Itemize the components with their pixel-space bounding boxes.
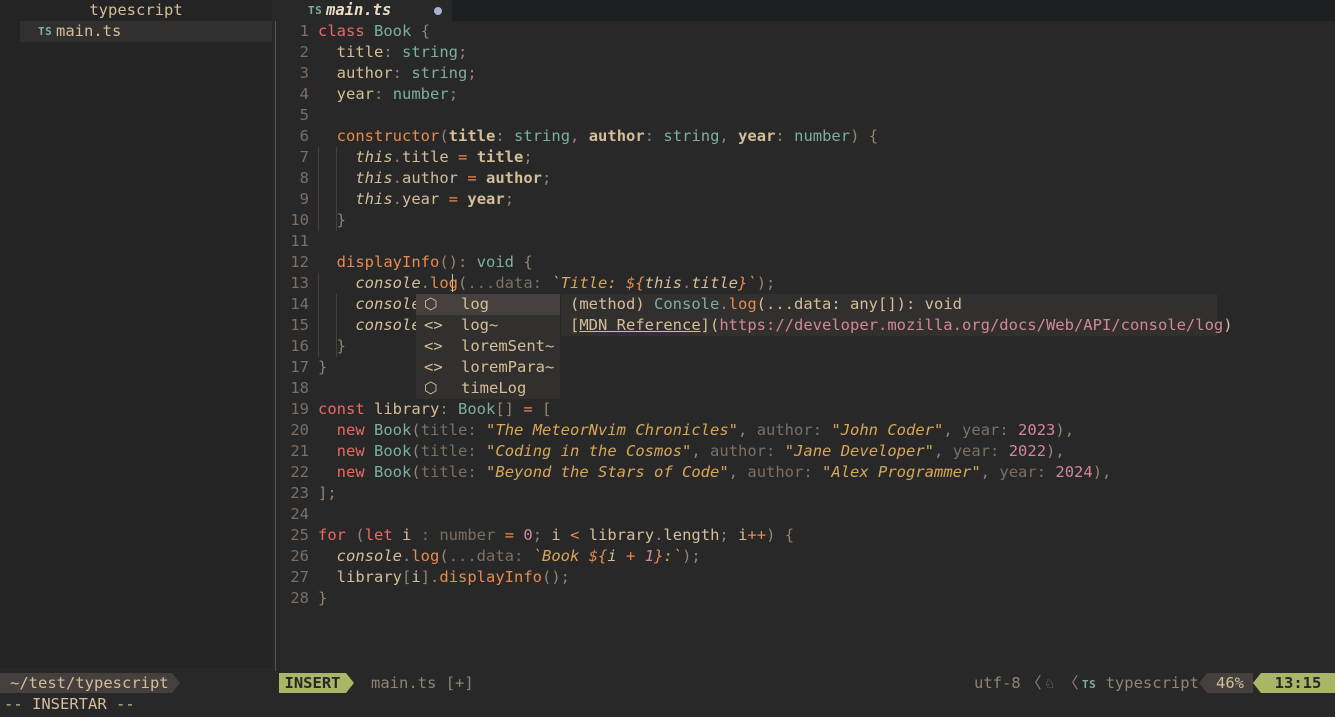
completion-item-label: log <box>461 295 489 313</box>
code-line: } <box>336 211 347 229</box>
separator-arrow <box>346 673 354 693</box>
doc-reference-link[interactable]: [MDN Reference](https://developer.mozill… <box>570 315 1233 336</box>
scroll-percent: 46% <box>1207 673 1253 693</box>
line-number: 9 <box>299 190 309 208</box>
completion-item[interactable]: <> loremPara~ <box>416 357 560 378</box>
code-line: } <box>336 337 347 355</box>
code-line: author: string; <box>318 64 477 82</box>
cursor-position: 13:15 <box>1261 673 1335 693</box>
code-line: this.year = year; <box>355 190 515 208</box>
line-number: 15 <box>290 316 309 334</box>
code-line: new Book(title: "Coding in the Cosmos", … <box>336 442 1065 460</box>
file-explorer <box>0 0 272 668</box>
typescript-icon: TS <box>308 4 323 17</box>
text-cursor <box>452 274 453 292</box>
explorer-file-name: main.ts <box>56 22 122 40</box>
code-line: console.log(...data: `Book ${i + 1}:`); <box>336 547 701 565</box>
filetype-label: typescript <box>1105 674 1199 692</box>
mode-indicator: INSERT <box>279 673 346 693</box>
filetype: TS typescript <box>1082 673 1199 693</box>
snippet-icon: <> <box>424 337 443 355</box>
separator-arrow <box>1253 673 1261 693</box>
typescript-icon: TS <box>38 25 53 38</box>
code-line: title: string; <box>318 43 468 61</box>
code-line: } <box>318 358 328 376</box>
code-line: const library: Book[] = [ <box>318 400 552 418</box>
code-line: console <box>355 316 421 334</box>
code-line: displayInfo(): void { <box>336 253 533 271</box>
separator-arrow <box>1199 673 1207 693</box>
code-line: ]; <box>318 484 337 502</box>
line-number: 6 <box>299 127 309 145</box>
separator-arrow <box>172 673 180 693</box>
line-number: 1 <box>299 22 309 40</box>
doc-signature: (method) Console.log(...data: any[]): vo… <box>570 295 962 313</box>
line-number: 3 <box>299 64 309 82</box>
cube-icon: ⬡ <box>424 295 438 313</box>
line-number: 16 <box>290 337 309 355</box>
line-number: 10 <box>290 211 309 229</box>
code-line: library[i].displayInfo(); <box>318 568 571 586</box>
line-number: 22 <box>290 463 309 481</box>
line-number: 18 <box>290 379 309 397</box>
completion-item[interactable]: ⬡ timeLog <box>416 378 560 399</box>
code-line: for (let i : number = 0; i < library.len… <box>318 526 795 544</box>
line-number: 8 <box>299 169 309 187</box>
statusline-filename: main.ts [+] <box>371 674 474 692</box>
line-number: 26 <box>290 547 309 565</box>
line-number: 4 <box>299 85 309 103</box>
tab-label: main.ts <box>326 1 392 19</box>
chevron-left-icon: 〈 <box>1063 674 1079 692</box>
tab-main-ts[interactable]: TS main.ts <box>272 0 452 21</box>
code-line: new Book(title: "The MeteorNvim Chronicl… <box>336 421 1075 439</box>
code-line: class Book { <box>318 22 431 40</box>
line-number: 27 <box>290 568 309 586</box>
chevron-left-icon: 〈 <box>1026 674 1042 692</box>
cwd-segment: ~/test/typescript <box>0 673 172 693</box>
line-number: 2 <box>299 43 309 61</box>
code-line: this.title = title; <box>355 148 533 166</box>
line-number: 12 <box>290 253 309 271</box>
command-line: -- INSERTAR -- <box>4 695 135 713</box>
completion-item-label: timeLog <box>461 379 527 397</box>
code-line: this.author = author; <box>355 169 552 187</box>
explorer-title: typescript <box>89 1 183 19</box>
code-line: constructor(title: string, author: strin… <box>336 127 879 145</box>
snippet-icon: <> <box>424 358 443 376</box>
snippet-icon: <> <box>424 316 443 334</box>
explorer-file-item[interactable]: TS main.ts <box>20 21 272 42</box>
completion-item-label: loremPara~ <box>461 358 555 376</box>
line-number: 23 <box>290 484 309 502</box>
line-number: 20 <box>290 421 309 439</box>
line-number: 13 <box>290 274 309 292</box>
tabline: TS main.ts <box>272 0 1335 21</box>
code-line: } <box>318 589 328 607</box>
completion-documentation: (method) Console.log(...data: any[]): vo… <box>561 294 1233 336</box>
line-number: 5 <box>299 106 309 124</box>
line-number: 25 <box>290 526 309 544</box>
completion-item[interactable]: <> log~ <box>416 315 560 336</box>
completion-item[interactable]: <> loremSent~ <box>416 336 560 357</box>
completion-item-label: loremSent~ <box>461 337 555 355</box>
cube-icon: ⬡ <box>424 379 438 397</box>
code-line: console.log(...data: `Title: ${this.titl… <box>355 274 776 292</box>
encoding: utf-8 <box>974 674 1021 692</box>
completion-item[interactable]: ⬡ log <box>416 294 560 315</box>
completion-menu[interactable]: ⬡ log <> log~ <> loremSent~ <> loremPara… <box>416 294 560 399</box>
line-number: 14 <box>290 295 309 313</box>
linux-icon: ♘ <box>1045 674 1055 692</box>
code-line: new Book(title: "Beyond the Stars of Cod… <box>336 463 1112 481</box>
line-number: 19 <box>290 400 309 418</box>
line-number: 7 <box>299 148 309 166</box>
modified-dot-icon <box>434 7 442 15</box>
line-number: 17 <box>290 358 309 376</box>
line-number: 24 <box>290 505 309 523</box>
code-line: year: number; <box>318 85 459 103</box>
line-number: 28 <box>290 589 309 607</box>
completion-item-label: log~ <box>461 316 499 334</box>
line-number: 21 <box>290 442 309 460</box>
line-number: 11 <box>290 232 309 250</box>
code-line: console <box>355 295 421 313</box>
typescript-icon: TS <box>1082 678 1097 691</box>
